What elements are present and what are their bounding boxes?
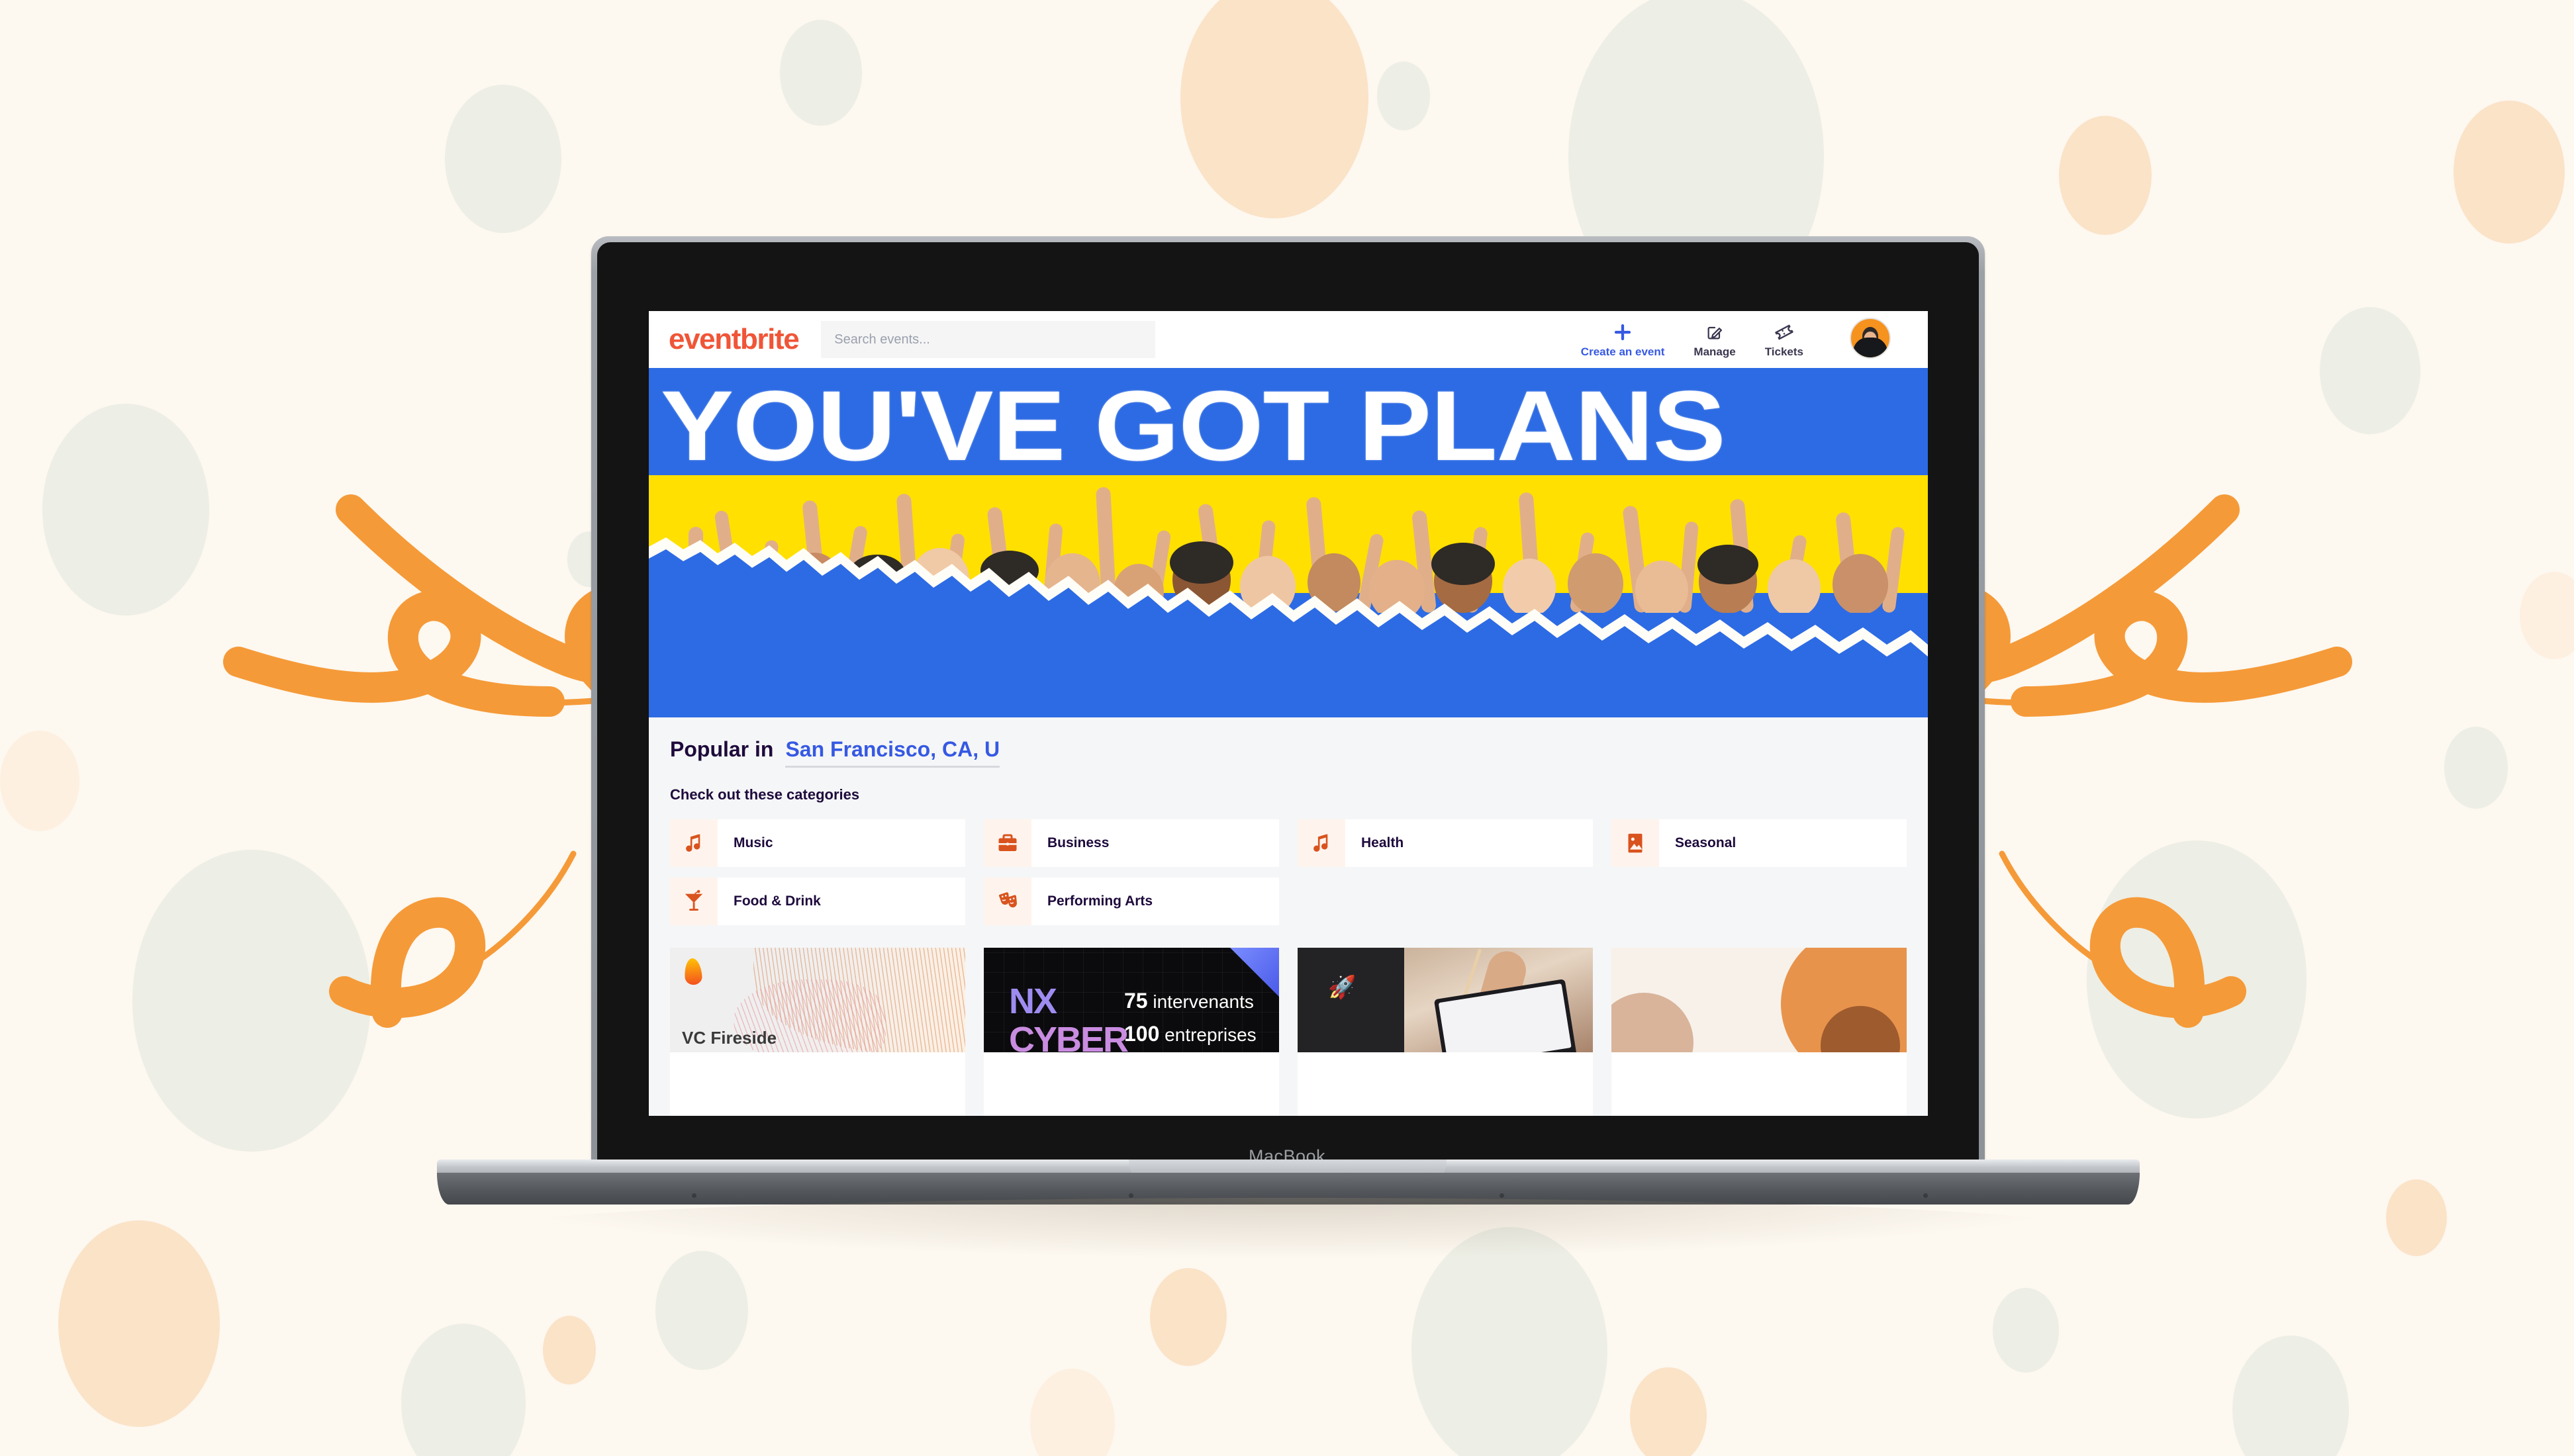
rocket-icon: 🚀: [1328, 975, 1357, 1000]
popular-in-label: Popular in: [670, 737, 774, 761]
eventbrite-logo[interactable]: eventbrite: [669, 325, 821, 354]
site-header: eventbrite Create an event: [649, 311, 1928, 368]
event-image: 🚀: [1298, 948, 1593, 1052]
category-card-music[interactable]: Music: [670, 819, 965, 867]
avatar-body: [1853, 338, 1887, 357]
event-stat-1-number: 75: [1124, 989, 1148, 1013]
event-logo-secondary: CYBER: [1009, 1020, 1129, 1052]
tickets-button[interactable]: Tickets: [1765, 322, 1803, 359]
category-label: Food & Drink: [734, 893, 821, 909]
manage-label: Manage: [1693, 345, 1736, 358]
image-photo-icon: [1611, 819, 1659, 867]
category-label: Music: [734, 835, 773, 850]
event-card[interactable]: 🚀: [1298, 948, 1593, 1116]
event-image-caption: VC Fireside: [682, 1028, 777, 1048]
category-card-seasonal[interactable]: Seasonal: [1611, 819, 1907, 867]
eventbrite-page: eventbrite Create an event: [649, 311, 1928, 1116]
event-image: VC Fireside: [670, 948, 965, 1052]
search-input[interactable]: [821, 321, 1156, 358]
event-stat-1-label: intervenants: [1153, 991, 1254, 1012]
category-card-business[interactable]: Business: [984, 819, 1279, 867]
cocktail-glass-icon: [670, 878, 718, 925]
event-card[interactable]: [1611, 948, 1907, 1116]
popular-section: Popular in San Francisco, CA, U Check ou…: [649, 717, 1928, 1116]
hero-banner[interactable]: YOU'VE GOT PLANS: [649, 368, 1928, 717]
tickets-label: Tickets: [1764, 345, 1803, 358]
event-image: [1611, 948, 1907, 1052]
edit-square-icon: [1705, 322, 1724, 342]
avatar[interactable]: [1850, 318, 1891, 359]
hero-headline: YOU'VE GOT PLANS: [661, 370, 1726, 481]
location-picker[interactable]: San Francisco, CA, U: [785, 737, 1000, 768]
event-logo-primary: NX: [1009, 981, 1057, 1021]
category-card-performing-arts[interactable]: Performing Arts: [984, 878, 1279, 925]
theatre-masks-icon: [984, 878, 1031, 925]
create-an-event-button[interactable]: Create an event: [1580, 322, 1665, 359]
create-an-event-label: Create an event: [1580, 345, 1665, 358]
music-note-icon: [670, 819, 718, 867]
category-label: Health: [1361, 835, 1404, 850]
popular-heading-row: Popular in San Francisco, CA, U: [670, 737, 1907, 768]
header-nav: Create an event Manage Tickets: [1581, 318, 1891, 361]
category-grid: Music Business Health Seasonal Food & Dr…: [670, 819, 1907, 925]
blob-graphic: [1611, 993, 1693, 1052]
category-label: Seasonal: [1675, 835, 1737, 850]
category-label: Business: [1047, 835, 1110, 850]
event-card[interactable]: NX CYBER 75 intervenants 100 entreprises: [984, 948, 1279, 1116]
music-note-icon: [1298, 819, 1345, 867]
plus-icon: [1613, 322, 1633, 342]
category-label: Performing Arts: [1047, 893, 1153, 909]
categories-subheading: Check out these categories: [670, 786, 860, 803]
torn-paper-edge: [649, 537, 1928, 666]
event-stat-1: 75 intervenants: [1124, 989, 1254, 1013]
flame-icon: [683, 958, 703, 985]
category-card-food-and-drink[interactable]: Food & Drink: [670, 878, 965, 925]
manage-button[interactable]: Manage: [1693, 322, 1736, 359]
event-card-grid: VC Fireside NX CYBER 75 intervenants 100…: [670, 948, 1907, 1116]
browser-viewport[interactable]: eventbrite Create an event: [649, 311, 1928, 1116]
event-stat-2-number: 100: [1124, 1022, 1160, 1046]
category-card-health[interactable]: Health: [1298, 819, 1593, 867]
briefcase-icon: [984, 819, 1031, 867]
event-card[interactable]: VC Fireside: [670, 948, 965, 1116]
event-stat-2-label: entreprises: [1165, 1024, 1257, 1045]
event-image: NX CYBER 75 intervenants 100 entreprises: [984, 948, 1279, 1052]
event-stat-2: 100 entreprises: [1124, 1022, 1257, 1046]
ticket-icon: [1774, 322, 1794, 342]
